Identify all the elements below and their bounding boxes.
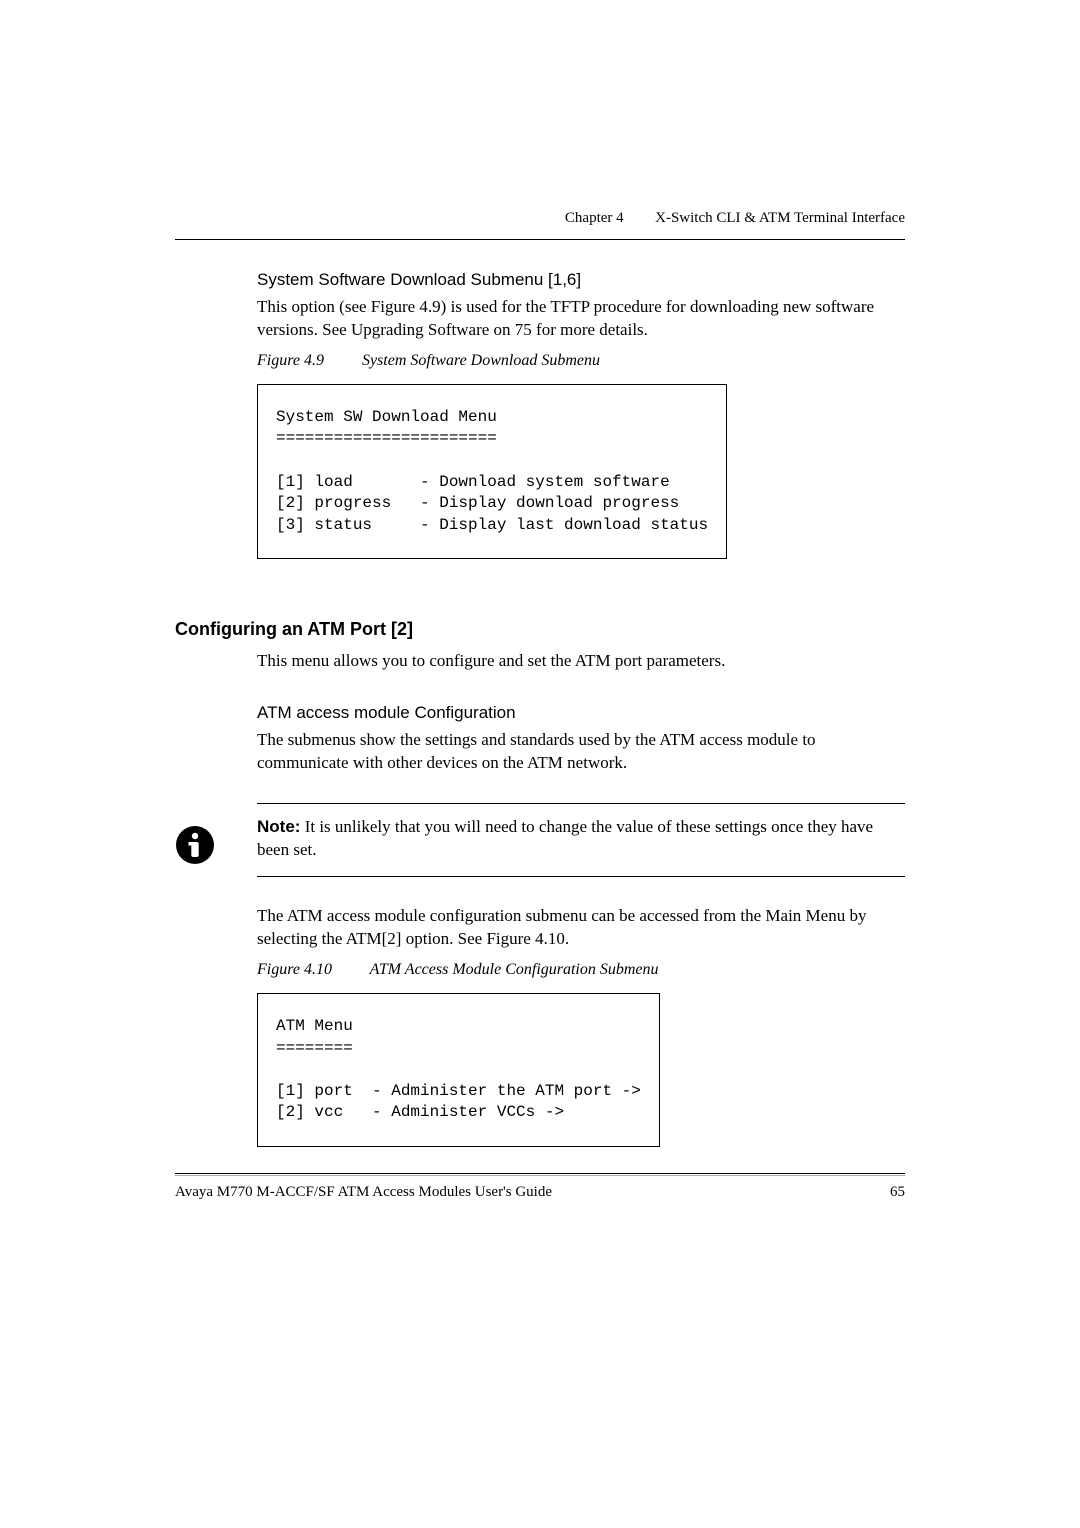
figure-title-2: ATM Access Module Configuration Submenu [370,961,659,978]
note-label: Note: [257,817,300,836]
page-header: Chapter 4 X-Switch CLI & ATM Terminal In… [175,210,905,227]
figure-number: Figure 4.9 [257,352,324,369]
note-content: Note: It is unlikely that you will need … [257,803,905,877]
note-block: Note: It is unlikely that you will need … [175,803,905,877]
info-icon [175,825,215,865]
code-box-atm-menu: ATM Menu ======== [1] port - Administer … [257,993,660,1147]
figure-number-2: Figure 4.10 [257,961,332,978]
figure-caption-4-10: Figure 4.10 ATM Access Module Configurat… [257,961,905,979]
body-atm-config: The submenus show the settings and stand… [257,729,905,775]
section-heading-atm-port: Configuring an ATM Port [2] [175,619,905,640]
code-box-sw-download: System SW Download Menu ================… [257,384,727,560]
footer-page-number: 65 [890,1184,905,1201]
note-text: It is unlikely that you will need to cha… [257,817,873,859]
page-content: Chapter 4 X-Switch CLI & ATM Terminal In… [0,0,1080,1147]
subheading-atm-config: ATM access module Configuration [257,703,905,723]
body-sw-download: This option (see Figure 4.9) is used for… [257,296,905,342]
figure-title: System Software Download Submenu [362,352,600,369]
page-footer: Avaya M770 M-ACCF/SF ATM Access Modules … [175,1173,905,1201]
body-atm-body2: The ATM access module configuration subm… [257,905,905,951]
chapter-title: X-Switch CLI & ATM Terminal Interface [655,210,905,226]
footer-guide-title: Avaya M770 M-ACCF/SF ATM Access Modules … [175,1184,552,1201]
footer-rule [175,1173,905,1176]
figure-caption-4-9: Figure 4.9 System Software Download Subm… [257,352,905,370]
chapter-label: Chapter 4 [565,210,624,226]
header-rule [175,239,905,240]
body-atm-intro: This menu allows you to configure and se… [257,650,905,673]
subheading-sw-download: System Software Download Submenu [1,6] [257,270,905,290]
